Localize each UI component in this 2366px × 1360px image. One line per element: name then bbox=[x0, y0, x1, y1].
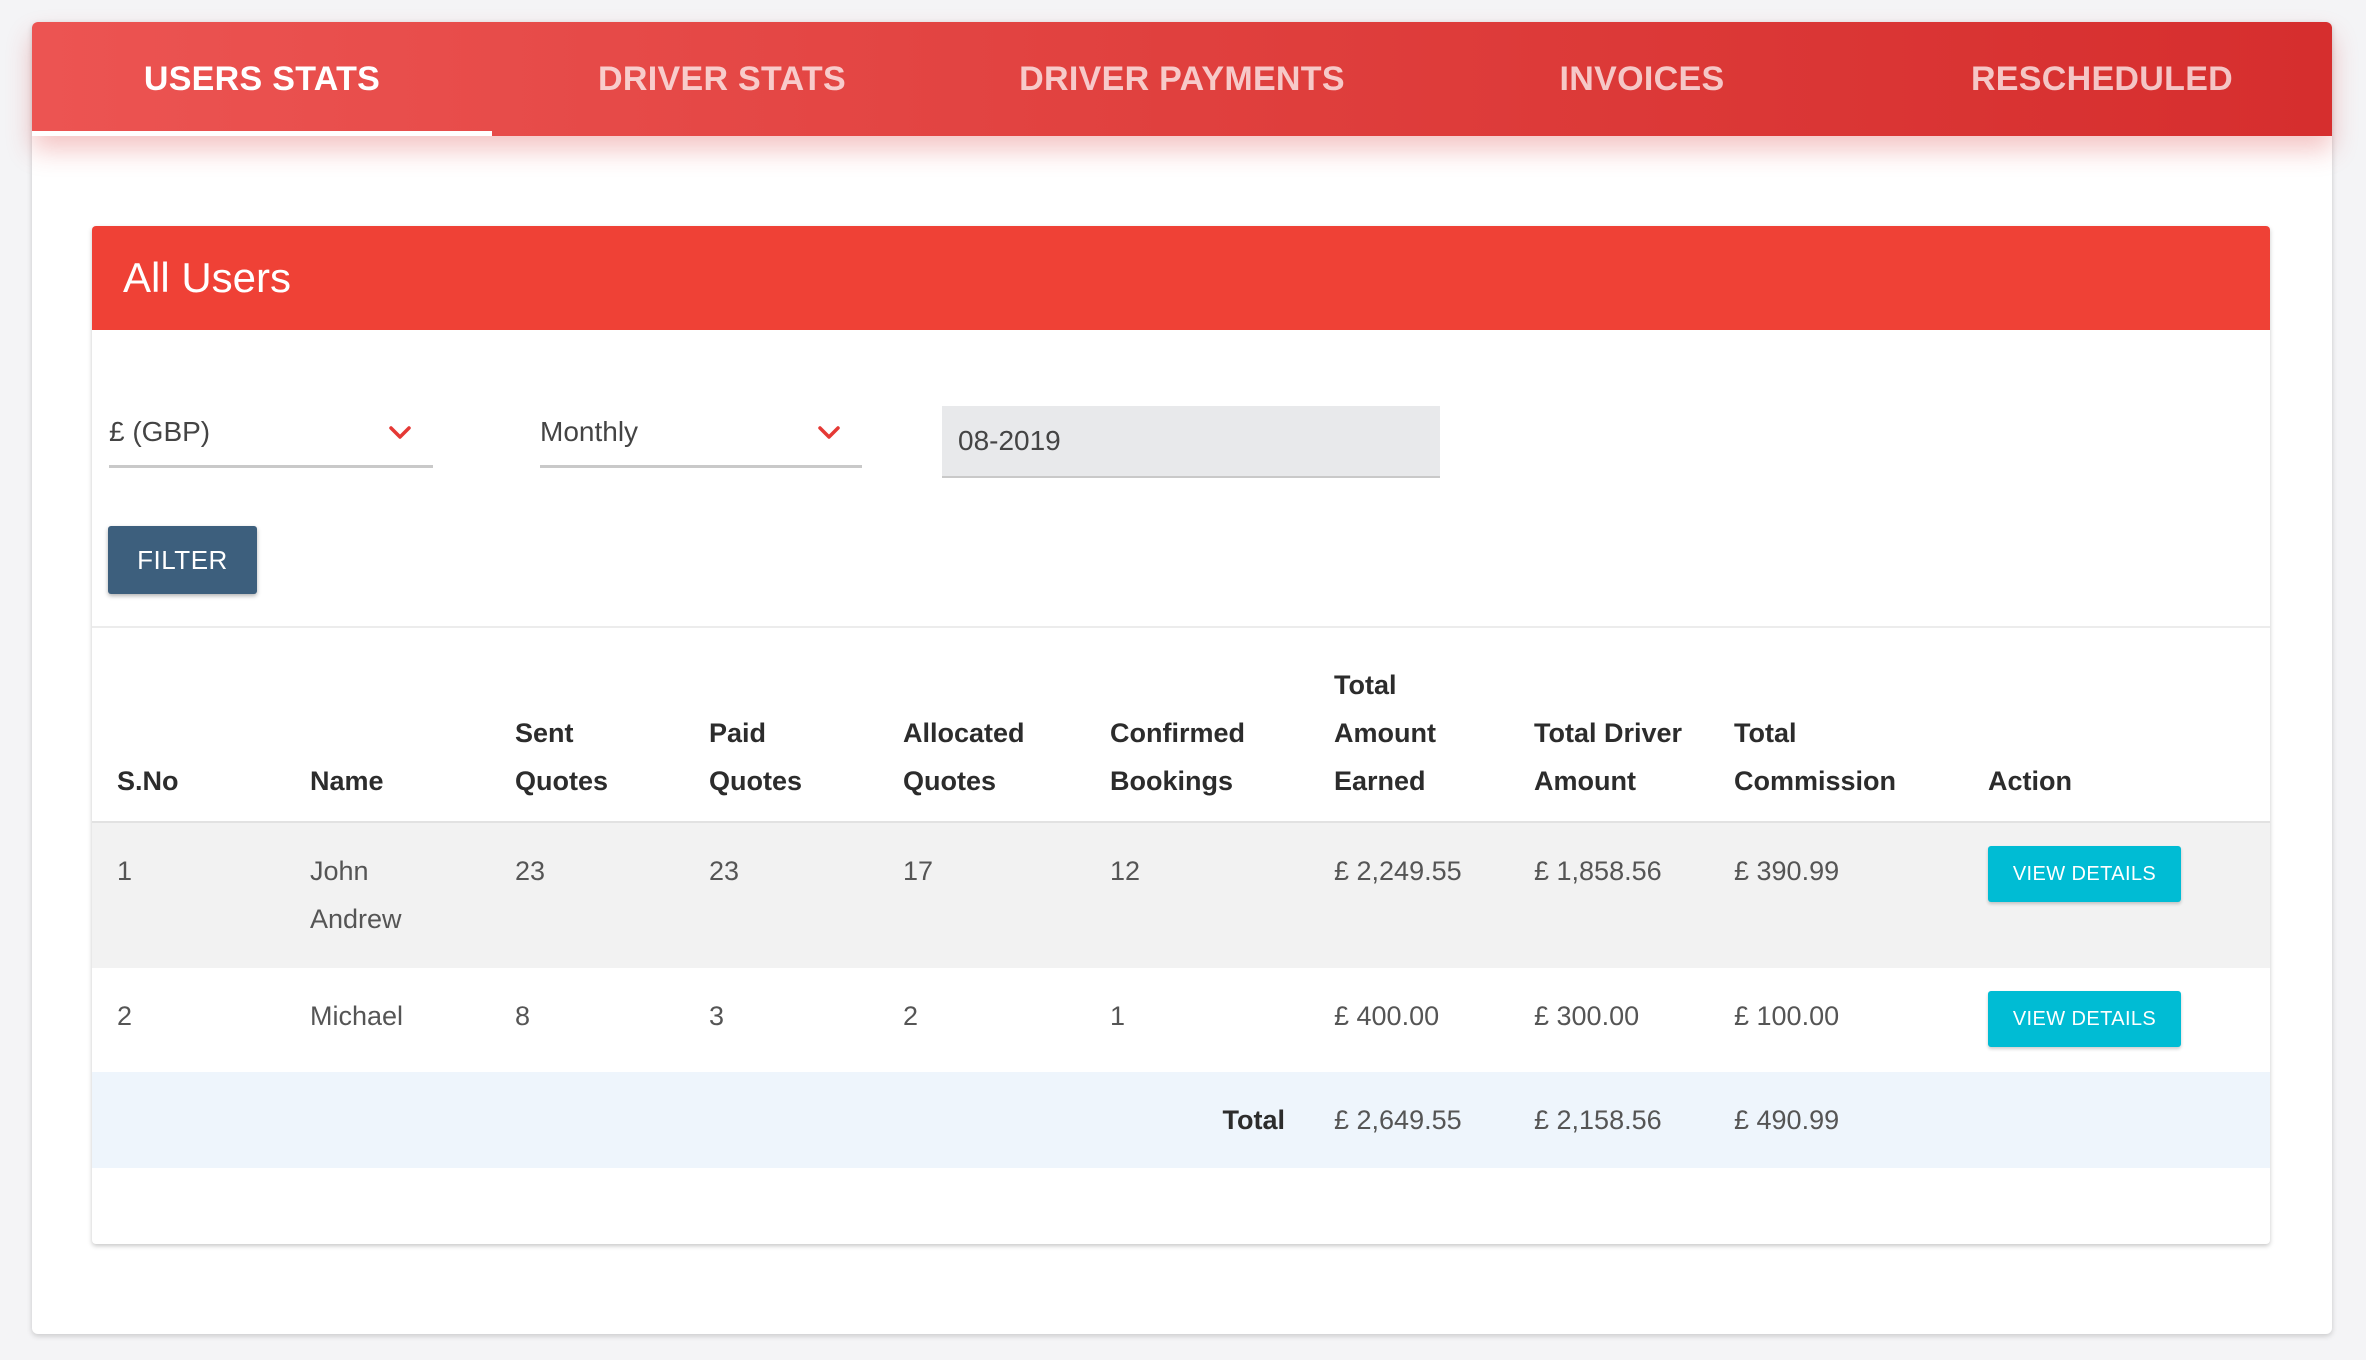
month-date-field[interactable]: 08-2019 bbox=[942, 406, 1440, 478]
cell-paid-quotes: 3 bbox=[684, 968, 878, 1072]
total-action-empty bbox=[1963, 1072, 2270, 1168]
col-header-total-commission[interactable]: Total Commission bbox=[1709, 628, 1963, 823]
total-amount-earned: £ 2,649.55 bbox=[1309, 1072, 1509, 1168]
cell-total-commission: £ 100.00 bbox=[1709, 968, 1963, 1072]
col-header-total-amount-earned[interactable]: Total Amount Earned bbox=[1309, 628, 1509, 823]
col-header-allocated-quotes[interactable]: Allocated Quotes bbox=[878, 628, 1085, 823]
total-label: Total bbox=[92, 1072, 1309, 1168]
col-header-confirmed-bookings[interactable]: Confirmed Bookings bbox=[1085, 628, 1309, 823]
tab-users-stats[interactable]: USERS STATS bbox=[32, 22, 492, 136]
tab-driver-stats[interactable]: DRIVER STATS bbox=[492, 22, 952, 136]
tab-bar: USERS STATS DRIVER STATS DRIVER PAYMENTS… bbox=[32, 22, 2332, 136]
cell-name: Michael bbox=[285, 968, 490, 1072]
date-field-value: 08-2019 bbox=[958, 425, 1061, 456]
tab-rescheduled[interactable]: RESCHEDULED bbox=[1872, 22, 2332, 136]
col-header-total-driver-amount[interactable]: Total Driver Amount bbox=[1509, 628, 1709, 823]
col-header-name[interactable]: Name bbox=[285, 628, 490, 823]
view-details-button[interactable]: VIEW DETAILS bbox=[1988, 846, 2181, 902]
currency-select[interactable]: £ (GBP) bbox=[109, 398, 433, 468]
cell-action: VIEW DETAILS bbox=[1963, 822, 2270, 968]
table-row: 2 Michael 8 3 2 1 £ 400.00 £ 300.00 £ 10… bbox=[92, 968, 2270, 1072]
chevron-down-icon bbox=[818, 426, 840, 439]
total-commission: £ 490.99 bbox=[1709, 1072, 1963, 1168]
cell-name: John Andrew bbox=[285, 822, 490, 968]
card-title: All Users bbox=[123, 254, 292, 301]
cell-paid-quotes: 23 bbox=[684, 822, 878, 968]
cell-confirmed-bookings: 12 bbox=[1085, 822, 1309, 968]
cell-allocated-quotes: 17 bbox=[878, 822, 1085, 968]
col-header-paid-quotes[interactable]: Paid Quotes bbox=[684, 628, 878, 823]
total-row: Total £ 2,649.55 £ 2,158.56 £ 490.99 bbox=[92, 1072, 2270, 1168]
filter-button[interactable]: FILTER bbox=[108, 526, 257, 594]
view-details-button[interactable]: VIEW DETAILS bbox=[1988, 991, 2181, 1047]
col-header-action: Action bbox=[1963, 628, 2270, 823]
cell-sent-quotes: 8 bbox=[490, 968, 684, 1072]
cell-total-driver-amount: £ 1,858.56 bbox=[1509, 822, 1709, 968]
cell-action: VIEW DETAILS bbox=[1963, 968, 2270, 1072]
chevron-down-icon bbox=[389, 426, 411, 439]
cell-total-amount-earned: £ 400.00 bbox=[1309, 968, 1509, 1072]
tab-invoices[interactable]: INVOICES bbox=[1412, 22, 1872, 136]
col-header-sent-quotes[interactable]: Sent Quotes bbox=[490, 628, 684, 823]
period-select[interactable]: Monthly bbox=[540, 398, 862, 468]
cell-total-amount-earned: £ 2,249.55 bbox=[1309, 822, 1509, 968]
cell-allocated-quotes: 2 bbox=[878, 968, 1085, 1072]
card-header: All Users bbox=[92, 226, 2270, 330]
cell-total-commission: £ 390.99 bbox=[1709, 822, 1963, 968]
users-stats-table: S.No Name Sent Quotes Paid Quotes Allocate… bbox=[92, 628, 2270, 1168]
period-select-value: Monthly bbox=[540, 415, 639, 447]
cell-total-driver-amount: £ 300.00 bbox=[1509, 968, 1709, 1072]
cell-sent-quotes: 23 bbox=[490, 822, 684, 968]
all-users-card: All Users £ (GBP) Monthly 08-2019 FILTER… bbox=[92, 226, 2270, 1244]
table-header-row: S.No Name Sent Quotes Paid Quotes Allocate… bbox=[92, 628, 2270, 823]
currency-select-value: £ (GBP) bbox=[109, 415, 211, 447]
total-driver-amount: £ 2,158.56 bbox=[1509, 1072, 1709, 1168]
cell-confirmed-bookings: 1 bbox=[1085, 968, 1309, 1072]
col-header-sno[interactable]: S.No bbox=[92, 628, 285, 823]
cell-sno: 1 bbox=[92, 822, 285, 968]
cell-sno: 2 bbox=[92, 968, 285, 1072]
tab-driver-payments[interactable]: DRIVER PAYMENTS bbox=[952, 22, 1412, 136]
table-row: 1 John Andrew 23 23 17 12 £ 2,249.55 £ 1,… bbox=[92, 822, 2270, 968]
